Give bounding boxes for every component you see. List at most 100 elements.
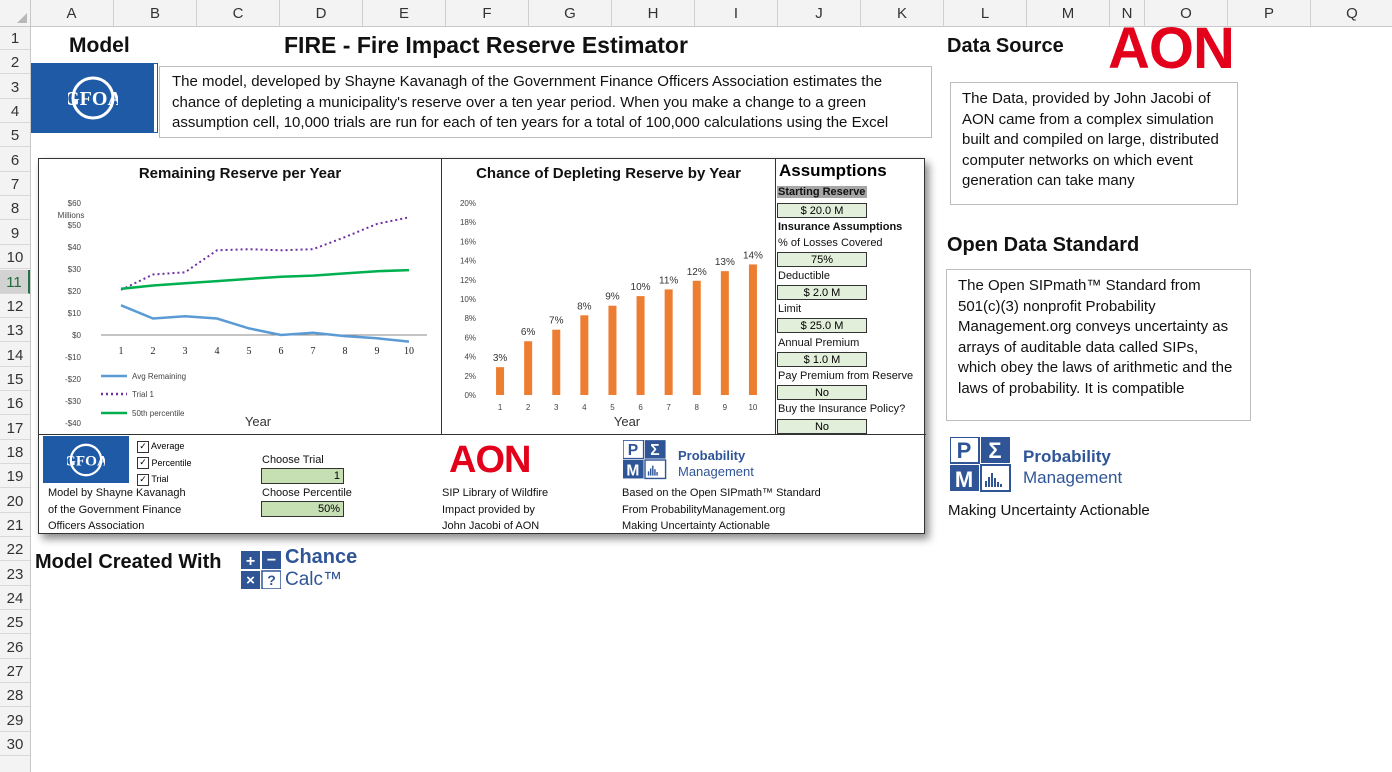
gfoa-emblem-icon: GFOA [68,76,118,120]
buy-policy-input[interactable]: No [777,419,867,434]
bar-data-label: 13% [715,257,735,268]
starting-reserve-label: Starting Reserve [777,186,867,198]
column-header-i[interactable]: I [695,0,778,26]
row-header-4[interactable]: 4 [0,99,30,124]
y-tick-label: 18% [460,218,476,227]
column-header-h[interactable]: H [612,0,695,26]
x-tick-label: 4 [582,403,587,412]
choose-percentile-input[interactable]: 50% [261,501,344,517]
row-header-11[interactable]: 11 [0,269,30,294]
y-tick-label: $10 [68,309,82,318]
pm-credit-line3: Making Uncertainty Actionable [622,520,770,532]
select-all-corner[interactable] [0,0,31,27]
y-tick-label: 14% [460,257,476,266]
starting-reserve-input[interactable]: $ 20.0 M [777,203,867,218]
row-header-28[interactable]: 28 [0,683,30,708]
column-header-f[interactable]: F [446,0,529,26]
row-header-19[interactable]: 19 [0,464,30,489]
row-header-7[interactable]: 7 [0,172,30,197]
column-header-g[interactable]: G [529,0,612,26]
x-tick-label: 1 [119,346,124,357]
bar [524,341,533,395]
row-header-29[interactable]: 29 [0,708,30,732]
column-header-e[interactable]: E [363,0,446,26]
column-header-d[interactable]: D [280,0,363,26]
bar-data-label: 6% [521,327,536,338]
gfoa-emblem-small-icon: GFOA [67,443,105,476]
bar-data-label: 10% [631,282,651,293]
row-header-8[interactable]: 8 [0,196,30,221]
data-source-text: The Data, provided by John Jacobi of AON… [950,82,1238,205]
row-header-9[interactable]: 9 [0,221,30,245]
row-header-2[interactable]: 2 [0,50,30,75]
row-header-5[interactable]: 5 [0,123,30,148]
reserve-chart-title: Remaining Reserve per Year [138,165,342,182]
aon-logo: AON [1108,16,1235,81]
series-checkboxes: ✓ Average ✓ Percentile ✓ Trial [137,438,192,488]
x-tick-label: 2 [151,346,156,357]
column-header-p[interactable]: P [1228,0,1311,26]
annual-premium-input[interactable]: $ 1.0 M [777,352,867,367]
row-header-15[interactable]: 15 [0,367,30,391]
depletion-bar-chart: 20%18%16%14%12%10%8%6%4%2%0%3%16%27%38%4… [460,199,763,429]
row-header-13[interactable]: 13 [0,318,30,343]
row-header-21[interactable]: 21 [0,513,30,537]
x-tick-label: 6 [638,403,643,412]
column-header-j[interactable]: J [778,0,861,26]
deductible-input[interactable]: $ 2.0 M [777,285,867,300]
average-checkbox[interactable]: ✓ [137,440,149,453]
choose-trial-input[interactable]: 1 [261,468,344,484]
row-header-30[interactable]: 30 [0,732,30,757]
gfoa-credit: Model by Shayne Kavanagh of the Governme… [48,485,186,535]
row-header-14[interactable]: 14 [0,343,30,367]
row-header-23[interactable]: 23 [0,562,30,586]
column-header-m[interactable]: M [1027,0,1110,26]
row-header-3[interactable]: 3 [0,75,30,99]
row-header-25[interactable]: 25 [0,610,30,635]
percentile-checkbox[interactable]: ✓ [137,457,149,470]
limit-label: Limit [778,303,802,315]
aon-credit: SIP Library of Wildfire Impact provided … [442,485,548,535]
row-header-22[interactable]: 22 [0,537,30,562]
column-header-b[interactable]: B [114,0,197,26]
gfoa-credit-line3: Officers Association [48,520,145,532]
x-tick-label: 1 [498,403,503,412]
row-header-18[interactable]: 18 [0,440,30,464]
column-header-q[interactable]: Q [1311,0,1392,26]
limit-input[interactable]: $ 25.0 M [777,318,867,333]
svg-text:GFOA: GFOA [67,452,105,469]
row-header-27[interactable]: 27 [0,659,30,684]
trial-checkbox[interactable]: ✓ [137,473,149,486]
pay-premium-input[interactable]: No [777,385,867,400]
bar-data-label: 3% [493,353,508,364]
x-tick-label: 5 [610,403,615,412]
legend-label-1: Avg Remaining [132,372,186,381]
y-tick-label: $40 [68,243,82,252]
pm-credit-line1: Based on the Open SIPmath™ Standard [622,487,821,499]
row-header-12[interactable]: 12 [0,294,30,318]
dashboard-panel: Remaining Reserve per Year $60 $50 $40 $30 $… [38,158,926,535]
row-header-16[interactable]: 16 [0,391,30,416]
aon-credit-line2: Impact provided by [442,503,535,516]
svg-text:M: M [626,463,639,480]
y-tick-label: 4% [464,353,476,362]
row-header-1[interactable]: 1 [0,26,30,50]
y-tick-label: $20 [68,287,82,296]
row-header-24[interactable]: 24 [0,586,30,611]
column-header-k[interactable]: K [861,0,944,26]
bar [664,289,673,395]
y-tick-label: 10% [460,295,476,304]
row-header-20[interactable]: 20 [0,489,30,513]
column-header-c[interactable]: C [197,0,280,26]
column-header-l[interactable]: L [944,0,1027,26]
row-header-17[interactable]: 17 [0,416,30,440]
row-header-26[interactable]: 26 [0,635,30,659]
column-header-a[interactable]: A [30,0,114,26]
bar [748,264,757,395]
row-header-6[interactable]: 6 [0,148,30,172]
svg-text:Σ: Σ [650,442,659,459]
svg-text:P: P [957,438,972,463]
losses-covered-input[interactable]: 75% [777,252,867,267]
row-header-10[interactable]: 10 [0,245,30,270]
svg-text:×: × [246,572,255,589]
